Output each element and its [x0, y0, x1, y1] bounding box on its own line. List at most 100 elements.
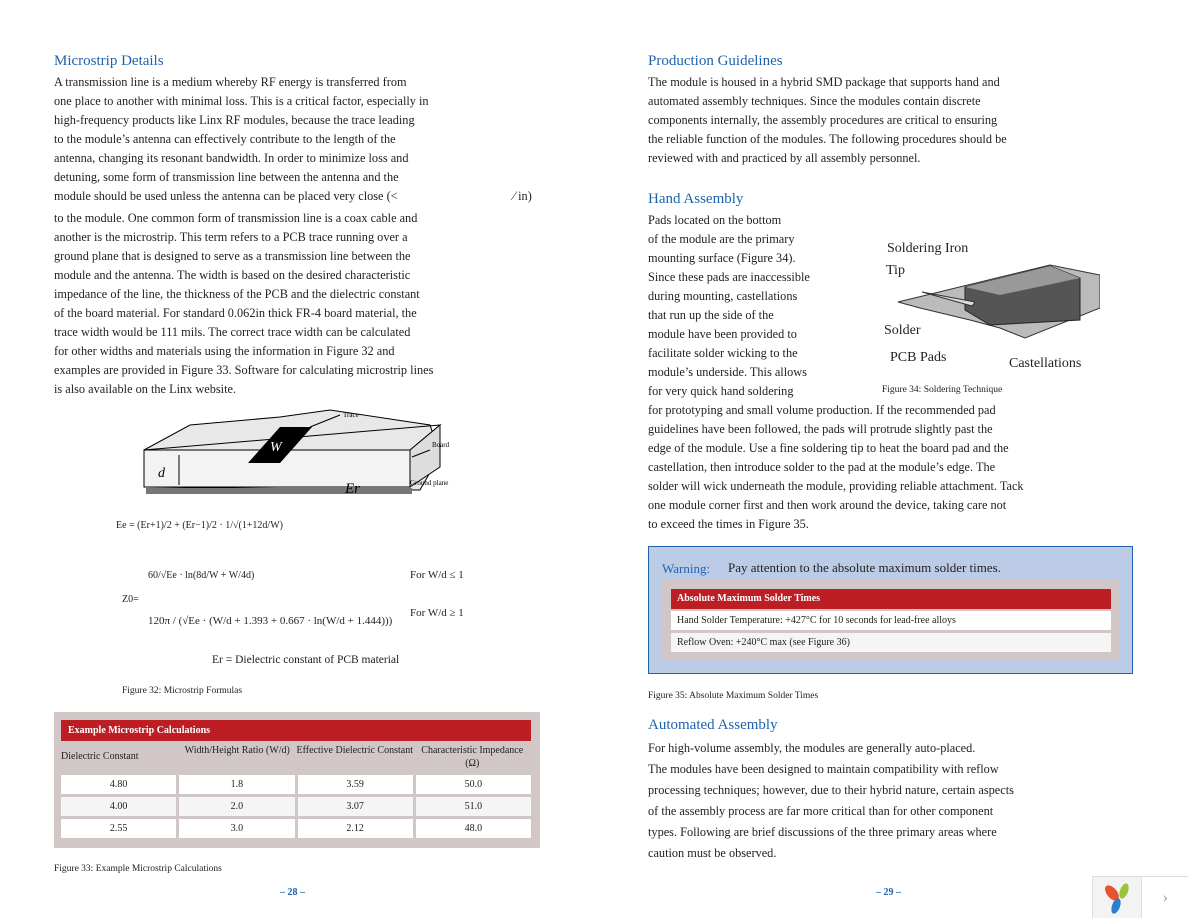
- table-header: Dielectric Constant Width/Height Ratio (…: [61, 744, 531, 770]
- formula-z0-a: 60/√Ee · ln(8d/W + W/4d): [148, 570, 255, 581]
- formula-z0-b: 120π / (√Ee · (W/d + 1.393 + 0.667 · ln(…: [148, 615, 393, 627]
- cell: 4.80: [61, 775, 177, 794]
- text-line: to the module’s antenna can effectively …: [54, 132, 396, 146]
- formula-z0-b-cond: For W/d ≥ 1: [410, 607, 464, 619]
- text-line: examples are provided in Figure 33. Soft…: [54, 363, 434, 377]
- text-line: one place to another with minimal loss. …: [54, 94, 429, 108]
- heading-microstrip: Microstrip Details: [54, 53, 164, 69]
- text-line: for very quick hand soldering: [648, 384, 794, 398]
- text-line: Pads located on the bottom: [648, 213, 782, 227]
- app-logo-icon: [1093, 877, 1142, 918]
- text-line: edge of the module. Use a fine soldering…: [648, 441, 1009, 455]
- warning-message: Pay attention to the absolute maximum so…: [728, 560, 1001, 575]
- paragraph-production: The module is housed in a hybrid SMD pac…: [648, 73, 1007, 168]
- microstrip-table: Example Microstrip Calculations Dielectr…: [54, 712, 540, 848]
- table-title: Absolute Maximum Solder Times: [671, 589, 1111, 609]
- page-nav: ›: [1092, 876, 1188, 918]
- heading-production: Production Guidelines: [648, 53, 783, 69]
- cell: 2.55: [61, 819, 177, 838]
- paragraph-microstrip-1: A transmission line is a medium whereby …: [54, 73, 429, 206]
- document-spread: Microstrip Details A transmission line i…: [0, 0, 1188, 918]
- text-line: of the module are the primary: [648, 232, 795, 246]
- cell: 48.0: [415, 819, 531, 838]
- text-line: automated assembly techniques. Since the…: [648, 94, 981, 108]
- cell: 3.07: [297, 797, 413, 816]
- text-line: high-frequency products like Linx RF mod…: [54, 113, 415, 127]
- formula-z0-label: Z0=: [122, 594, 139, 605]
- text-line: module should be used unless the antenna…: [54, 189, 398, 203]
- er-definition: Er = Dielectric constant of PCB material: [212, 654, 400, 666]
- figure33-caption: Figure 33: Example Microstrip Calculatio…: [54, 864, 222, 874]
- label-tip: Tip: [886, 263, 905, 278]
- text-line: to the module. One common form of transm…: [54, 211, 418, 225]
- label-pcb-pads: PCB Pads: [890, 350, 946, 365]
- text-line: guidelines have been followed, the pads …: [648, 422, 993, 436]
- cell: 50.0: [415, 775, 531, 794]
- heading-automated-assembly: Automated Assembly: [648, 717, 778, 733]
- text-line: impedance of the line, the thickness of …: [54, 287, 420, 301]
- figure32-caption: Figure 32: Microstrip Formulas: [122, 686, 243, 696]
- text-line: castellation, then introduce solder to t…: [648, 460, 996, 474]
- text-line: trace width would be 111 mils. The corre…: [54, 325, 411, 339]
- col-header: Characteristic Impedance (Ω): [421, 745, 524, 769]
- text-line: The modules have been designed to mainta…: [648, 762, 999, 776]
- table-row: 2.55 3.0 2.12 48.0: [61, 819, 531, 838]
- text-line: the reliable function of the modules. Th…: [648, 132, 1007, 146]
- text-line: reviewed with and practiced by all assem…: [648, 151, 921, 165]
- paragraph-microstrip-2: to the module. One common form of transm…: [54, 209, 433, 399]
- label-soldering-iron: Soldering Iron: [887, 241, 968, 256]
- col-header: Dielectric Constant: [61, 751, 139, 762]
- paragraph-hand-1: Pads located on the bottom of the module …: [648, 211, 810, 401]
- formula-z0-a-cond: For W/d ≤ 1: [410, 569, 464, 581]
- label-d: d: [158, 466, 166, 481]
- text-line: processing techniques; however, due to t…: [648, 783, 1014, 797]
- text-line: facilitate solder wicking to the: [648, 346, 798, 360]
- text-line: ground plane that is designed to serve a…: [54, 249, 411, 263]
- chevron-right-icon: ›: [1162, 889, 1168, 906]
- label-w: W: [270, 440, 283, 455]
- paragraph-automated: For high-volume assembly, the modules ar…: [648, 738, 1014, 864]
- table-row: Reflow Oven: +240°C max (see Figure 36): [671, 633, 1111, 652]
- text-line: For high-volume assembly, the modules ar…: [648, 741, 976, 755]
- text-line: module have been provided to: [648, 327, 797, 341]
- col-header: Effective Dielectric Constant: [296, 745, 413, 756]
- microstrip-diagram: W d Er Trace Board Ground plane: [143, 409, 450, 497]
- text-line: The module is housed in a hybrid SMD pac…: [648, 75, 1000, 89]
- text-line: of the board material. For standard 0.06…: [54, 306, 417, 320]
- heading-hand-assembly: Hand Assembly: [648, 191, 744, 207]
- label-board: Board: [432, 441, 450, 449]
- paragraph-hand-2: for prototyping and small volume product…: [648, 401, 1024, 534]
- formula-ee: Ee = (Er+1)/2 + (Er−1)/2 · 1/√(1+12d/W): [116, 520, 283, 531]
- text-line: A transmission line is a medium whereby …: [54, 75, 407, 89]
- text-line: mounting surface (Figure 34).: [648, 251, 796, 265]
- figure34-caption: Figure 34: Soldering Technique: [882, 385, 1003, 395]
- text-line: during mounting, castellations: [648, 289, 798, 303]
- warning-label: Warning:: [662, 561, 711, 576]
- text-line: for prototyping and small volume product…: [648, 403, 996, 417]
- cell: 4.00: [61, 797, 177, 816]
- text-line: is also available on the Linx website.: [54, 382, 237, 396]
- cell: 2.0: [179, 797, 295, 816]
- text-line: one module corner first and then work ar…: [648, 498, 1007, 512]
- soldering-diagram: Soldering Iron Tip Solder PCB Pads Caste…: [884, 241, 1100, 371]
- cell: 1.8: [179, 775, 295, 794]
- label-er: Er: [344, 481, 360, 497]
- table-row: 4.80 1.8 3.59 50.0: [61, 775, 531, 794]
- label-trace: Trace: [343, 411, 359, 419]
- next-page-button[interactable]: ›: [1142, 877, 1188, 918]
- table-row: Hand Solder Temperature: +427°C for 10 s…: [671, 611, 1111, 630]
- text-line: module’s underside. This allows: [648, 365, 807, 379]
- text-line: to exceed the times in Figure 35.: [648, 517, 809, 531]
- table-title: Example Microstrip Calculations: [61, 720, 531, 741]
- page-number-right: – 29 –: [876, 887, 901, 898]
- label-castellations: Castellations: [1009, 356, 1081, 371]
- text-line: solder will wick underneath the module, …: [648, 479, 1024, 493]
- figure35-caption: Figure 35: Absolute Maximum Solder Times: [648, 691, 819, 701]
- col-header: Width/Height Ratio (W/d): [184, 745, 290, 756]
- label-solder: Solder: [884, 323, 921, 338]
- table-row: 4.00 2.0 3.07 51.0: [61, 797, 531, 816]
- solder-times-table: Absolute Maximum Solder Times Hand Solde…: [662, 580, 1120, 660]
- label-ground: Ground plane: [410, 479, 448, 487]
- text-line: types. Following are brief discussions o…: [648, 825, 997, 839]
- text-line: Since these pads are inaccessible: [648, 270, 810, 284]
